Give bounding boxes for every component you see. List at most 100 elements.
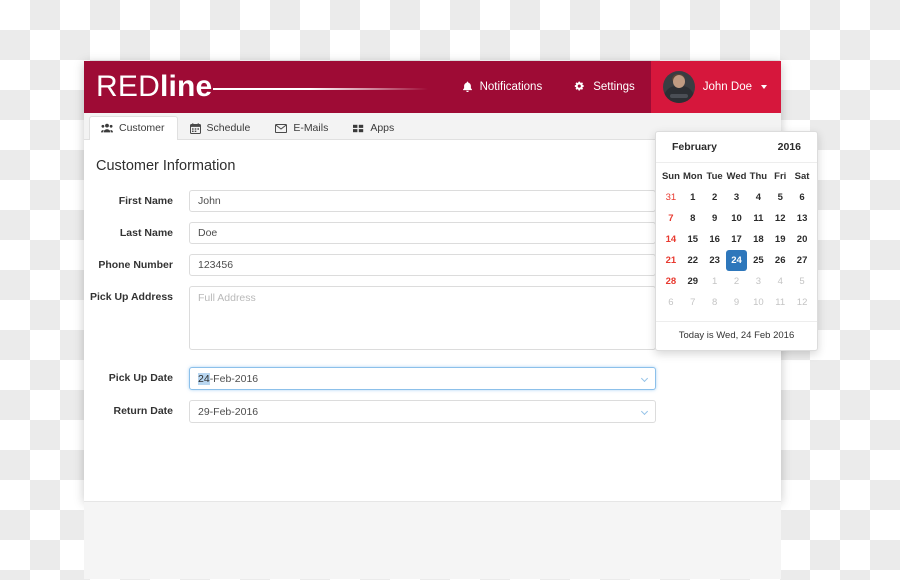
header-nav: Notifications Settings John Doe: [446, 61, 781, 113]
datepicker-day[interactable]: 27: [791, 250, 813, 271]
tab-emails-label: E-Mails: [293, 122, 329, 134]
datepicker-month[interactable]: February: [672, 141, 717, 153]
datepicker-popup: February 2016 Sun Mon Tue Wed Thu Fri Sat 31 1 2…: [655, 131, 818, 351]
grid-icon: [353, 124, 364, 133]
tab-customer[interactable]: Customer: [89, 116, 178, 140]
nav-item-settings[interactable]: Settings: [558, 61, 651, 113]
tab-emails[interactable]: E-Mails: [263, 116, 341, 140]
calendar-icon: [189, 122, 201, 134]
first-name-input[interactable]: [189, 190, 656, 212]
datepicker-day-grid: 31 1 2 3 4 5 6 7 8 9 10 11 12 13 14 15 16 17 18 19 20 21 22 23 2…: [656, 184, 817, 321]
datepicker-day[interactable]: 12: [769, 208, 791, 229]
datepicker-day[interactable]: 20: [791, 229, 813, 250]
tab-schedule-label: Schedule: [206, 122, 251, 134]
datepicker-day[interactable]: 1: [682, 187, 704, 208]
datepicker-day[interactable]: 13: [791, 208, 813, 229]
datepicker-day[interactable]: 10: [747, 292, 769, 313]
first-name-wrap: [189, 190, 656, 212]
pick-up-address-label: Pick Up Address: [89, 291, 173, 303]
form-row-return-date: Return Date 29-Feb-2016: [84, 400, 781, 423]
datepicker-day[interactable]: 29: [682, 271, 704, 292]
last-name-input[interactable]: [189, 222, 656, 244]
datepicker-day[interactable]: 10: [726, 208, 748, 229]
return-date-wrap: 29-Feb-2016: [189, 400, 656, 423]
datepicker-weekday-thu: Thu: [749, 171, 768, 182]
datepicker-day[interactable]: 16: [704, 229, 726, 250]
pick-up-date-rest-text: -Feb-2016: [209, 372, 259, 385]
brand-logo-rule: [213, 88, 429, 90]
datepicker-weekday-header: Sun Mon Tue Wed Thu Fri Sat: [656, 163, 817, 184]
datepicker-day[interactable]: 5: [769, 187, 791, 208]
datepicker-day[interactable]: 7: [660, 208, 682, 229]
datepicker-weekday-sat: Sat: [794, 171, 810, 182]
tab-apps[interactable]: Apps: [341, 116, 407, 140]
datepicker-day[interactable]: 4: [769, 271, 791, 292]
datepicker-day[interactable]: 18: [747, 229, 769, 250]
brand-logo-red: RED: [96, 70, 160, 103]
datepicker-day[interactable]: 28: [660, 271, 682, 292]
datepicker-day[interactable]: 1: [704, 271, 726, 292]
datepicker-day[interactable]: 5: [791, 271, 813, 292]
datepicker-day[interactable]: 3: [726, 187, 748, 208]
datepicker-weekday-mon: Mon: [683, 171, 703, 182]
phone-number-label: Phone Number: [98, 259, 173, 271]
datepicker-day[interactable]: 14: [660, 229, 682, 250]
phone-number-wrap: [189, 254, 656, 276]
avatar: [662, 71, 695, 103]
datepicker-header: February 2016: [656, 132, 817, 163]
user-menu-name: John Doe: [702, 81, 752, 93]
pick-up-date-wrap: 24-Feb-2016: [189, 367, 656, 390]
datepicker-day[interactable]: 9: [704, 208, 726, 229]
return-date-select[interactable]: 29-Feb-2016: [189, 400, 656, 423]
datepicker-day[interactable]: 7: [682, 292, 704, 313]
datepicker-day[interactable]: 6: [791, 187, 813, 208]
chevron-down-icon: [640, 374, 649, 382]
pick-up-date-select[interactable]: 24-Feb-2016: [189, 367, 656, 390]
datepicker-day[interactable]: 12: [791, 292, 813, 313]
datepicker-day[interactable]: 17: [726, 229, 748, 250]
pick-up-date-selected-text: 24: [198, 372, 210, 385]
datepicker-day[interactable]: 31: [660, 187, 682, 208]
gear-icon: [574, 81, 586, 93]
datepicker-day[interactable]: 3: [747, 271, 769, 292]
nav-item-notifications[interactable]: Notifications: [446, 61, 559, 113]
datepicker-day[interactable]: 21: [660, 250, 682, 271]
pick-up-address-textarea[interactable]: [189, 286, 656, 350]
datepicker-day[interactable]: 2: [726, 271, 748, 292]
datepicker-day[interactable]: 15: [682, 229, 704, 250]
form-row-pick-up-date: Pick Up Date 24-Feb-2016: [84, 367, 781, 390]
user-menu[interactable]: John Doe: [650, 61, 781, 113]
brand-logo-line: line: [159, 70, 213, 103]
pick-up-date-label: Pick Up Date: [108, 372, 173, 384]
datepicker-day[interactable]: 11: [769, 292, 791, 313]
envelope-icon: [275, 123, 288, 133]
datepicker-day[interactable]: 11: [747, 208, 769, 229]
datepicker-day[interactable]: 9: [726, 292, 748, 313]
datepicker-day[interactable]: 2: [704, 187, 726, 208]
datepicker-day-selected[interactable]: 24: [725, 250, 748, 271]
datepicker-day[interactable]: 6: [660, 292, 682, 313]
datepicker-day[interactable]: 23: [704, 250, 726, 271]
datepicker-day[interactable]: 19: [769, 229, 791, 250]
tab-apps-label: Apps: [370, 122, 395, 134]
pick-up-address-wrap: [189, 286, 656, 355]
datepicker-today-footer[interactable]: Today is Wed, 24 Feb 2016: [656, 321, 817, 350]
datepicker-day[interactable]: 8: [682, 208, 704, 229]
datepicker-year[interactable]: 2016: [778, 141, 801, 153]
phone-number-input[interactable]: [189, 254, 656, 276]
datepicker-day[interactable]: 8: [704, 292, 726, 313]
app-header: REDline Notifications Settings John Doe: [84, 61, 781, 113]
pick-up-date-value: 24-Feb-2016: [198, 372, 259, 385]
users-icon: [101, 123, 113, 133]
datepicker-day[interactable]: 26: [769, 250, 791, 271]
brand-logo-text: REDline: [96, 72, 212, 102]
tab-schedule[interactable]: Schedule: [178, 116, 264, 140]
caret-down-icon: [761, 85, 767, 89]
bell-icon: [462, 81, 473, 93]
datepicker-day[interactable]: 25: [747, 250, 769, 271]
last-name-label: Last Name: [119, 227, 173, 239]
chevron-down-icon: [640, 407, 649, 415]
brand-logo[interactable]: REDline: [96, 72, 429, 102]
datepicker-day[interactable]: 22: [682, 250, 704, 271]
datepicker-day[interactable]: 4: [747, 187, 769, 208]
